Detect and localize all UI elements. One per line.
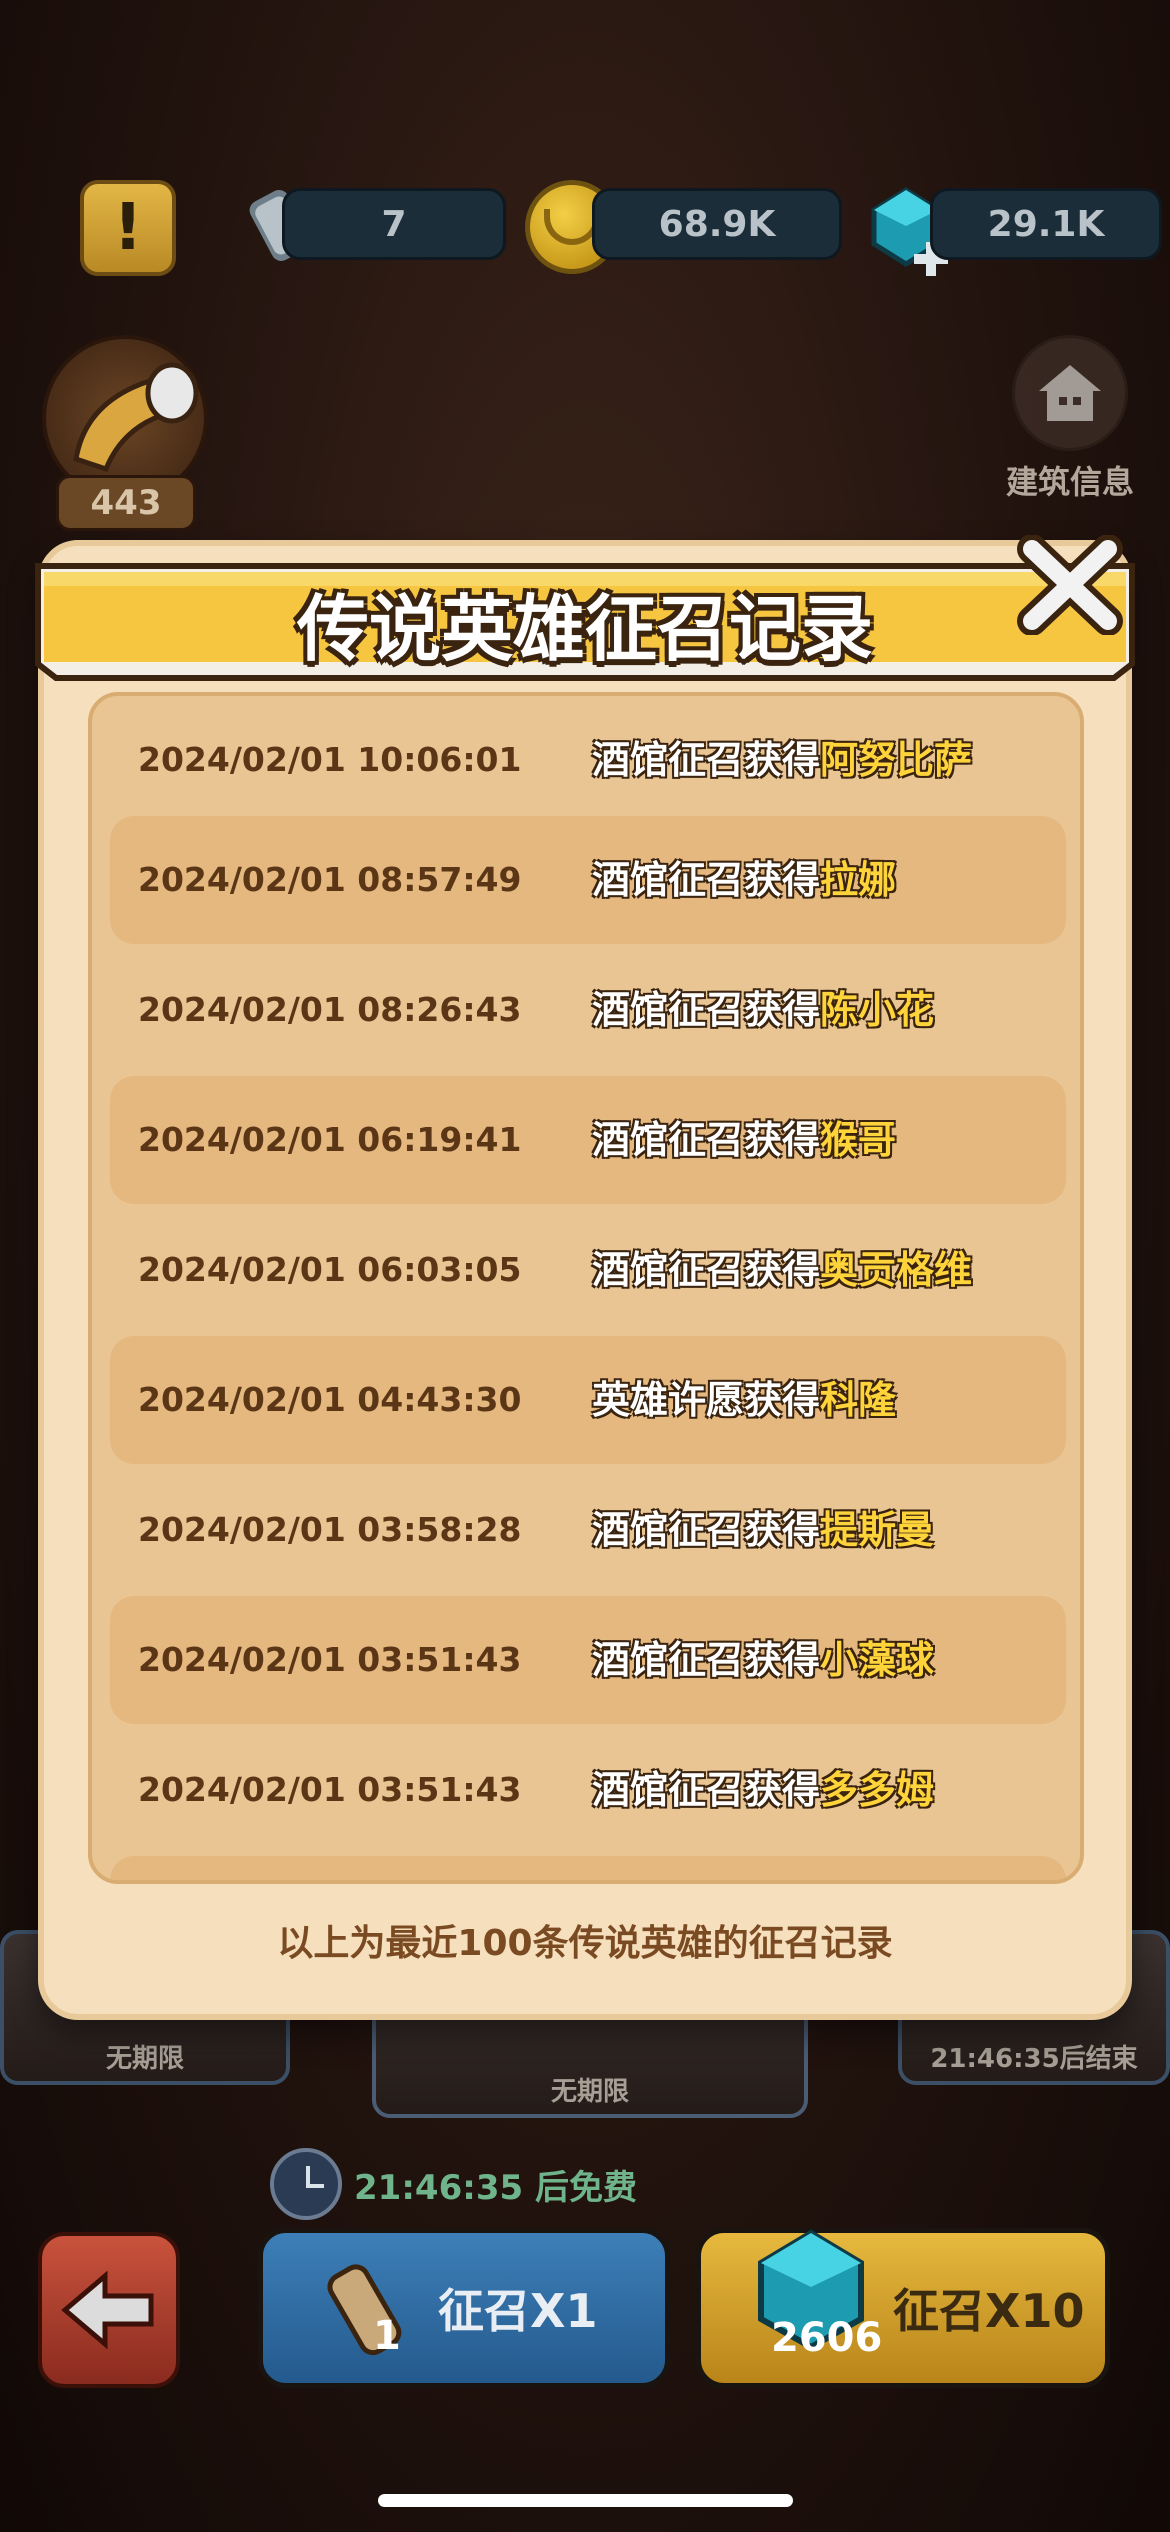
record-hero: 多多姆 xyxy=(820,1768,935,1812)
gem-count: 29.1K xyxy=(930,188,1162,260)
summon-x10-cost: 2606 xyxy=(771,2315,883,2361)
record-text: 酒馆征召获得阿努比萨 xyxy=(592,696,972,824)
record-text: 酒馆征召获得拉娜 xyxy=(592,816,896,944)
record-action: 酒馆征召获得 xyxy=(592,1768,821,1812)
record-action: 酒馆征召获得 xyxy=(592,1118,821,1162)
record-action: 酒馆征召获得 xyxy=(592,988,821,1032)
record-time: 2024/02/01 03:51:43 xyxy=(138,1770,522,1809)
list-item: 2024/02/01 04:43:30 英雄许愿获得科隆 xyxy=(110,1336,1066,1464)
record-text: 酒馆征召获得提斯曼 xyxy=(592,1466,934,1594)
record-action: 酒馆征召获得 xyxy=(592,738,821,782)
summon-x1-button[interactable]: 1 征召X1 xyxy=(258,2228,670,2388)
building-info-button[interactable]: 建筑信息 xyxy=(995,335,1145,503)
summon-x1-cost: 1 xyxy=(373,2313,401,2359)
summon-x10-button[interactable]: 2606 征召X10 xyxy=(696,2228,1110,2388)
record-action: 酒馆征召获得 xyxy=(592,858,821,902)
record-time: 2024/02/01 03:51:43 xyxy=(138,1640,522,1679)
record-hero: 科隆 xyxy=(820,1378,897,1422)
record-text: 酒馆征召获得奥贡格维 xyxy=(592,1206,972,1334)
record-hero: 奥贡格维 xyxy=(820,1248,973,1292)
summon-x1-label: 征召X1 xyxy=(438,2284,598,2338)
list-item: 2024/02/01 03:51:43 酒馆征召获得多多姆 xyxy=(110,1726,1066,1854)
modal-title: 传说英雄征召记录 xyxy=(296,587,873,671)
record-text: 酒馆征召获得陈小花 xyxy=(592,946,934,1074)
list-item: 2024/02/01 06:03:05 酒馆征召获得奥贡格维 xyxy=(110,1206,1066,1334)
clock-icon xyxy=(270,2148,342,2220)
building-info-label: 建筑信息 xyxy=(1005,463,1134,501)
record-hero: 小藻球 xyxy=(820,1638,935,1682)
card-right-label: 21:46:35后结束 xyxy=(930,2044,1138,2074)
record-hero: 猴哥 xyxy=(820,1118,897,1162)
record-time: 2024/02/01 03:58:28 xyxy=(138,1510,522,1549)
record-time: 2024/02/01 08:57:49 xyxy=(138,860,522,899)
alert-button[interactable]: ! xyxy=(80,180,176,276)
arrow-left-icon xyxy=(61,2270,154,2350)
record-action: 酒馆征召获得 xyxy=(592,1248,821,1292)
list-item: 2024/02/01 03:58:28 酒馆征召获得提斯曼 xyxy=(110,1466,1066,1594)
record-hero: 拉娜 xyxy=(820,858,897,902)
free-timer-text: 21:46:35 后免费 xyxy=(354,2167,637,2208)
summon-x10-label: 征召X10 xyxy=(893,2284,1085,2338)
record-time: 2024/02/01 10:06:01 xyxy=(138,740,522,779)
card-center-label: 无期限 xyxy=(550,2077,629,2107)
scroll-count: 7 xyxy=(282,188,506,260)
record-text: 酒馆征召获得小藻球 xyxy=(592,1596,934,1724)
record-hero: 提斯曼 xyxy=(820,1508,935,1552)
record-hero: 阿努比萨 xyxy=(820,738,973,782)
free-timer: 21:46:35 后免费 xyxy=(270,2148,637,2220)
record-action: 英雄许愿获得 xyxy=(592,1378,821,1422)
back-button[interactable] xyxy=(38,2232,180,2388)
close-button[interactable] xyxy=(1005,530,1135,640)
horn-button[interactable]: 443 xyxy=(42,335,212,535)
record-time: 2024/02/01 06:03:05 xyxy=(138,1250,522,1289)
list-item: 2024/02/01 08:26:43 酒馆征召获得陈小花 xyxy=(110,946,1066,1074)
list-item: 2024/02/01 10:06:01 酒馆征召获得阿努比萨 xyxy=(110,696,1066,824)
record-text: 酒馆征召获得猴哥 xyxy=(592,1076,896,1204)
horn-count: 443 xyxy=(56,475,196,531)
record-text: 酒馆征召获得多多姆 xyxy=(592,1726,934,1854)
home-indicator[interactable] xyxy=(378,2494,793,2507)
record-hero: 陈小花 xyxy=(820,988,935,1032)
record-text: 英雄许愿获得科隆 xyxy=(592,1336,896,1464)
list-item-partial xyxy=(110,1856,1066,1880)
card-left-label: 无期限 xyxy=(105,2044,184,2074)
coin-count: 68.9K xyxy=(592,188,842,260)
exclamation-icon: ! xyxy=(113,191,143,265)
record-action: 酒馆征召获得 xyxy=(592,1508,821,1552)
record-list[interactable]: 2024/02/01 10:06:01 酒馆征召获得阿努比萨 2024/02/0… xyxy=(88,692,1084,1884)
record-action: 酒馆征召获得 xyxy=(592,1638,821,1682)
list-item: 2024/02/01 08:57:49 酒馆征召获得拉娜 xyxy=(110,816,1066,944)
record-time: 2024/02/01 04:43:30 xyxy=(138,1380,522,1419)
record-time: 2024/02/01 06:19:41 xyxy=(138,1120,522,1159)
record-time: 2024/02/01 08:26:43 xyxy=(138,990,522,1029)
modal-title-banner: 传说英雄征召记录 xyxy=(34,552,1136,682)
house-icon xyxy=(1012,335,1128,451)
list-item: 2024/02/01 06:19:41 酒馆征召获得猴哥 xyxy=(110,1076,1066,1204)
close-icon xyxy=(1017,535,1123,635)
list-item: 2024/02/01 03:51:43 酒馆征召获得小藻球 xyxy=(110,1596,1066,1724)
record-footer-note: 以上为最近100条传说英雄的征召记录 xyxy=(277,1923,893,1964)
